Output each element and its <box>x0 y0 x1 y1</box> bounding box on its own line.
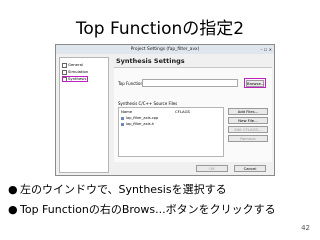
tree-item-simulation[interactable]: Simulation <box>62 69 89 75</box>
table-header-name: Name <box>121 109 133 114</box>
new-file-button[interactable]: New File... <box>228 117 268 124</box>
source-files-table: Name CFLAGS lap_filter_axis.cpp lap_filt… <box>118 107 224 157</box>
ok-button[interactable]: OK <box>196 165 228 172</box>
page-number: 42 <box>301 224 310 232</box>
browse-highlight-box <box>244 78 266 88</box>
source-files-label: Synthesis C/C++ Source Files <box>118 101 178 106</box>
file-icon <box>121 117 124 120</box>
tree-item-label: Simulation <box>68 69 89 74</box>
top-function-input[interactable] <box>142 79 238 87</box>
bullet-dot-icon: ● <box>8 183 18 196</box>
settings-tree: General Simulation Synthesis <box>59 57 109 173</box>
checkbox-icon <box>62 63 67 68</box>
top-function-label: Top Function: <box>118 81 145 86</box>
checkbox-icon <box>62 70 67 75</box>
project-settings-dialog: Project Settings (fap_filter_avx) – ☐ ✕ … <box>55 44 275 176</box>
table-row[interactable]: lap_filter_axis.h <box>121 122 154 126</box>
bullet-item: ● 左のウインドウで、Synthesisを選択する <box>8 181 227 197</box>
window-controls[interactable]: – ☐ ✕ <box>261 47 272 52</box>
bullet-text: Top Functionの右のBrows...ボタンをクリックする <box>20 203 276 216</box>
remove-button[interactable]: Remove <box>228 135 268 142</box>
tree-item-general[interactable]: General <box>62 62 83 68</box>
divider <box>114 67 272 68</box>
file-icon <box>121 123 124 126</box>
synthesis-highlight-box <box>62 76 88 82</box>
tree-item-label: General <box>68 62 83 67</box>
file-name: lap_filter_axis.cpp <box>126 116 159 120</box>
bullet-item: ● Top Functionの右のBrows...ボタンをクリックする <box>8 201 276 217</box>
dialog-title: Project Settings (fap_filter_avx) <box>56 45 274 54</box>
file-name: lap_filter_axis.h <box>126 122 155 126</box>
cancel-button[interactable]: Cancel <box>234 165 266 172</box>
add-files-button[interactable]: Add Files... <box>228 108 268 115</box>
bullet-dot-icon: ● <box>8 203 18 216</box>
slide-title: Top Functionの指定2 <box>75 19 245 39</box>
panel-title: Synthesis Settings <box>116 57 185 65</box>
edit-cflags-button[interactable]: Edit CFLAGS... <box>228 126 268 133</box>
table-header-cflags: CFLAGS <box>175 109 190 114</box>
table-row[interactable]: lap_filter_axis.cpp <box>121 116 158 120</box>
bullet-text: 左のウインドウで、Synthesisを選択する <box>20 183 227 196</box>
